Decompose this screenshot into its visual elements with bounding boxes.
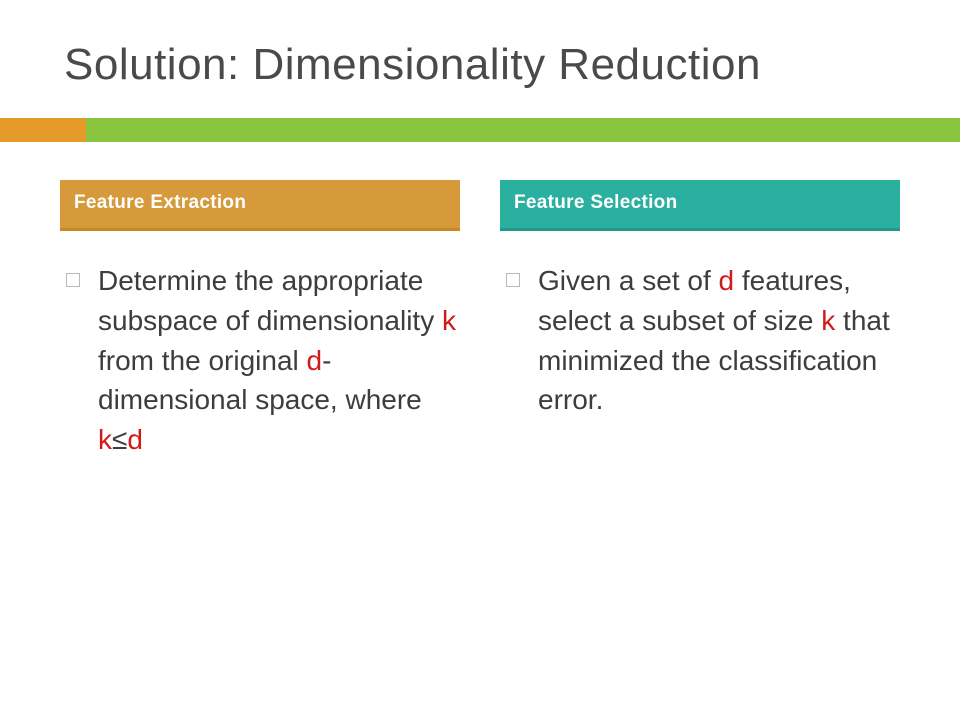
- highlight-k: k: [442, 305, 456, 336]
- text-segment: Determine the appropriate subspace of di…: [98, 265, 442, 336]
- slide: Solution: Dimensionality Reduction Featu…: [0, 0, 960, 720]
- header-feature-extraction: Feature Extraction: [60, 180, 460, 231]
- square-bullet-icon: [506, 273, 520, 287]
- highlight-d: d: [719, 265, 735, 296]
- header-feature-selection: Feature Selection: [500, 180, 900, 231]
- page-title: Solution: Dimensionality Reduction: [64, 40, 900, 90]
- square-bullet-icon: [66, 273, 80, 287]
- accent-bar: [0, 118, 960, 142]
- highlight-k: k: [821, 305, 835, 336]
- highlight-k: k: [98, 424, 112, 455]
- accent-bar-orange: [0, 118, 86, 142]
- text-segment: from the original: [98, 345, 307, 376]
- text-leq: ≤: [112, 424, 127, 455]
- text-segment: Given a set of: [538, 265, 719, 296]
- column-right: Feature Selection Given a set of d featu…: [500, 180, 900, 460]
- highlight-d: d: [307, 345, 323, 376]
- body-feature-extraction: Determine the appropriate subspace of di…: [60, 261, 460, 460]
- columns: Feature Extraction Determine the appropr…: [60, 180, 900, 460]
- highlight-d: d: [127, 424, 143, 455]
- column-left: Feature Extraction Determine the appropr…: [60, 180, 460, 460]
- body-feature-selection: Given a set of d features, select a subs…: [500, 261, 900, 420]
- accent-bar-green: [86, 118, 960, 142]
